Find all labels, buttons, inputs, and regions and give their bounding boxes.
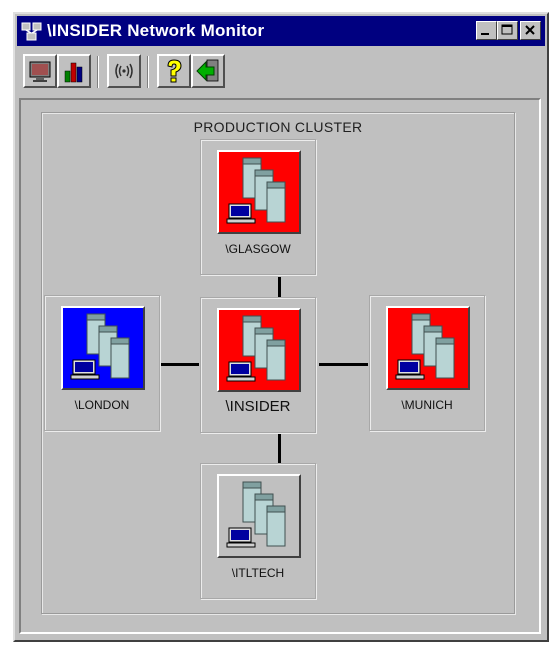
node-london[interactable]: \LONDON xyxy=(44,295,160,431)
network-monitor-window: \INSIDER Network Monitor PRODUCTION CLUS… xyxy=(13,12,549,642)
cluster-view-panel: PRODUCTION CLUSTER \GLASGOW \LONDON \INS… xyxy=(19,98,541,634)
node-glasgow[interactable]: \GLASGOW xyxy=(200,139,316,275)
monitor-view-button[interactable] xyxy=(23,54,57,88)
toolbar-separator xyxy=(97,56,99,88)
exit-button[interactable] xyxy=(191,54,225,88)
server-icon[interactable] xyxy=(217,474,301,558)
link-glasgow-insider xyxy=(278,277,281,297)
link-london-insider xyxy=(160,363,199,366)
toolbar xyxy=(19,52,543,94)
node-label: \MUNICH xyxy=(401,398,453,412)
toolbar-separator xyxy=(147,56,149,88)
cluster-label: PRODUCTION CLUSTER xyxy=(193,119,363,135)
window-title: \INSIDER Network Monitor xyxy=(47,21,265,40)
node-label: \INSIDER xyxy=(225,398,291,415)
node-label: \ITLTECH xyxy=(231,566,285,580)
close-button[interactable] xyxy=(520,21,541,40)
minimize-button[interactable] xyxy=(476,21,497,40)
production-cluster-group: PRODUCTION CLUSTER \GLASGOW \LONDON \INS… xyxy=(41,112,515,614)
node-label: \GLASGOW xyxy=(225,242,291,256)
title-bar[interactable]: \INSIDER Network Monitor xyxy=(17,16,545,46)
server-icon[interactable] xyxy=(217,308,301,392)
server-icon[interactable] xyxy=(61,306,145,390)
network-monitor-icon xyxy=(21,20,43,42)
link-insider-munich xyxy=(319,363,368,366)
node-itltech[interactable]: \ITLTECH xyxy=(200,463,316,599)
node-label: \LONDON xyxy=(74,398,130,412)
window-controls xyxy=(476,21,541,40)
chart-view-button[interactable] xyxy=(57,54,91,88)
help-button[interactable] xyxy=(157,54,191,88)
server-icon[interactable] xyxy=(386,306,470,390)
server-icon[interactable] xyxy=(217,150,301,234)
signal-button[interactable] xyxy=(107,54,141,88)
link-insider-itltech xyxy=(278,433,281,463)
node-munich[interactable]: \MUNICH xyxy=(369,295,485,431)
node-insider[interactable]: \INSIDER xyxy=(200,297,316,433)
maximize-button[interactable] xyxy=(497,21,518,40)
